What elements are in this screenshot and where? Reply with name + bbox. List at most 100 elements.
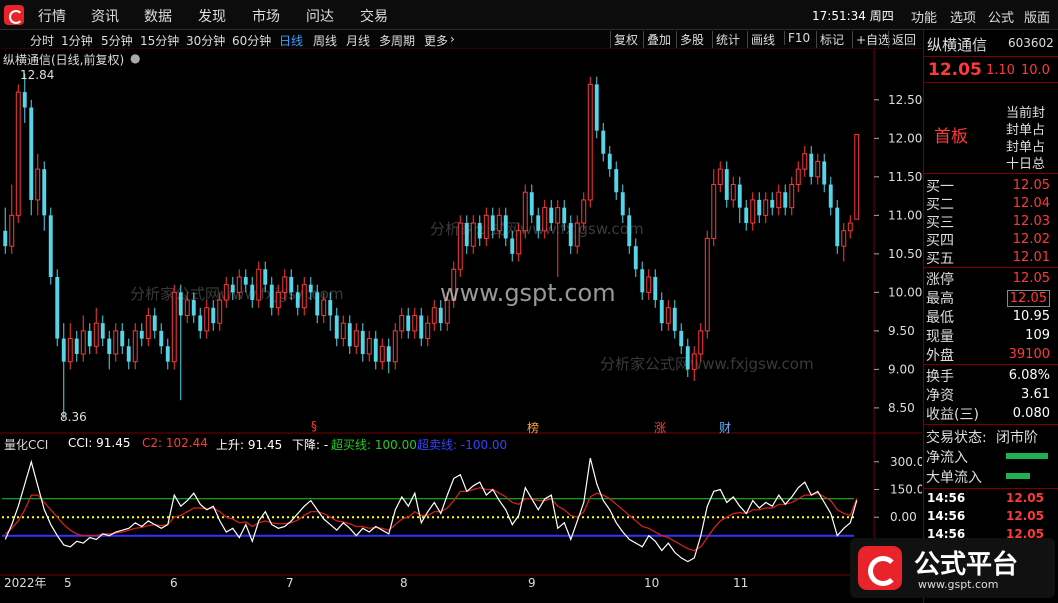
- candle-body: [243, 276, 248, 285]
- time-axis-label: 5: [64, 576, 72, 590]
- cci-line: [4, 457, 858, 563]
- menu-formula[interactable]: 公式: [988, 7, 1014, 26]
- event-tag[interactable]: 涨: [654, 419, 666, 436]
- period-daily[interactable]: 日线: [279, 32, 303, 49]
- period-toolbar: 分时 1分钟 5分钟 15分钟 30分钟 60分钟 日线 周线 月线 多周期 更…: [0, 30, 922, 49]
- candle-body: [757, 199, 762, 216]
- price-tick-label: 8.50: [888, 401, 915, 415]
- event-tag[interactable]: 财: [719, 419, 731, 436]
- btn-overlay[interactable]: 叠加: [643, 31, 674, 48]
- menu-news[interactable]: 资讯: [91, 6, 119, 26]
- badge-url: www.gspt.com: [918, 578, 999, 591]
- indicator-layer: [2, 457, 858, 563]
- event-tag[interactable]: §: [311, 419, 317, 433]
- candle-body: [198, 315, 203, 331]
- menu-wenda[interactable]: 问达: [306, 6, 334, 26]
- candle-body: [178, 292, 183, 316]
- candle-body: [223, 284, 229, 301]
- event-tag[interactable]: 榜: [527, 419, 539, 436]
- bid-label: 买二: [926, 197, 954, 213]
- menu-function[interactable]: 功能: [911, 7, 937, 26]
- period-30min[interactable]: 30分钟: [186, 32, 225, 49]
- candle-body: [464, 223, 469, 247]
- cci-value: CCI: 91.45: [68, 436, 131, 450]
- candle-body: [822, 161, 827, 185]
- chart-area[interactable]: 分析家公式网www.fxjgsw.com 分析家公式网www.fxjgsw.co…: [0, 49, 922, 603]
- menu-options[interactable]: 选项: [950, 7, 976, 26]
- tick-price: 12.05: [1006, 509, 1044, 523]
- btn-adjust[interactable]: 复权: [610, 31, 641, 48]
- period-5min[interactable]: 5分钟: [101, 32, 133, 49]
- menu-data[interactable]: 数据: [144, 6, 172, 26]
- candle-body: [691, 353, 697, 370]
- candle-body: [328, 300, 333, 316]
- overbuy-value: 超买线: 100.00: [331, 438, 417, 452]
- candle-body: [750, 199, 756, 224]
- period-60min[interactable]: 60分钟: [232, 32, 271, 49]
- candle-body: [269, 284, 274, 308]
- bid-label: 买一: [926, 179, 954, 195]
- btn-add-watch[interactable]: +自选: [852, 31, 893, 48]
- stat-label: 净资: [926, 388, 954, 404]
- low-price-marker: 8.36: [60, 410, 87, 424]
- btn-stats[interactable]: 统计: [712, 31, 743, 48]
- stat-label: 最高: [926, 291, 954, 307]
- menu-trade[interactable]: 交易: [360, 6, 388, 26]
- candle-body: [477, 223, 482, 239]
- candle-body: [503, 215, 508, 239]
- settings-circle-icon[interactable]: ●: [130, 51, 140, 65]
- bid-price: 12.02: [1012, 232, 1050, 247]
- menu-market[interactable]: 市场: [252, 6, 280, 26]
- candle-body: [730, 184, 736, 201]
- clock: 17:51:34 周四: [812, 9, 894, 23]
- period-timeshare[interactable]: 分时: [30, 32, 54, 49]
- stat-label: 换手: [926, 369, 954, 385]
- candle-body: [789, 184, 795, 209]
- period-monthly[interactable]: 月线: [346, 32, 370, 49]
- indicator-name[interactable]: 量化CCI: [4, 436, 48, 453]
- menu-discover[interactable]: 发现: [198, 6, 226, 26]
- down-value: 下降: -: [292, 438, 329, 452]
- candle-body: [113, 330, 119, 355]
- big-inflow-label: 大单流入: [926, 470, 982, 486]
- period-more[interactable]: 更多: [424, 32, 448, 49]
- net-inflow-label: 净流入: [926, 450, 968, 466]
- price-change: 1.10: [986, 63, 1015, 78]
- period-1min[interactable]: 1分钟: [61, 32, 93, 49]
- candle-body: [704, 237, 710, 332]
- candle-body: [171, 291, 177, 363]
- candle-body: [770, 199, 775, 208]
- price-tick-label: 9.50: [888, 324, 915, 338]
- candle-body: [549, 207, 554, 224]
- candle-body: [107, 338, 112, 354]
- candle-body: [717, 168, 723, 186]
- bid-label: 买三: [926, 215, 954, 231]
- candle-body: [763, 199, 769, 216]
- period-15min[interactable]: 15分钟: [140, 32, 179, 49]
- btn-back[interactable]: 返回: [888, 31, 919, 48]
- candle-body: [835, 207, 840, 247]
- btn-multistock[interactable]: 多股: [676, 31, 707, 48]
- high-price-marker: 12.84: [20, 68, 55, 82]
- candle-body: [139, 330, 144, 339]
- btn-f10[interactable]: F10: [784, 31, 813, 45]
- candle-body: [152, 315, 157, 331]
- stat-value: 6.08%: [1008, 368, 1050, 383]
- candle-body: [87, 330, 92, 347]
- candle-body: [184, 299, 190, 316]
- btn-draw[interactable]: 画线: [747, 31, 778, 48]
- price-tick-label: 11.50: [888, 170, 922, 184]
- candle-body: [217, 299, 223, 324]
- period-multi[interactable]: 多周期: [379, 32, 415, 49]
- menu-layout[interactable]: 版面: [1024, 7, 1050, 26]
- menu-quotes[interactable]: 行情: [38, 6, 66, 26]
- chevron-right-icon[interactable]: ›: [450, 32, 455, 46]
- period-weekly[interactable]: 周线: [313, 32, 337, 49]
- candle-body: [93, 322, 99, 347]
- candle-body: [412, 314, 418, 332]
- stat-value: 10.95: [1012, 309, 1050, 324]
- app-logo-icon[interactable]: [4, 5, 24, 25]
- candle-body: [256, 268, 262, 301]
- candle-body: [399, 314, 405, 332]
- btn-mark[interactable]: 标记: [816, 31, 847, 48]
